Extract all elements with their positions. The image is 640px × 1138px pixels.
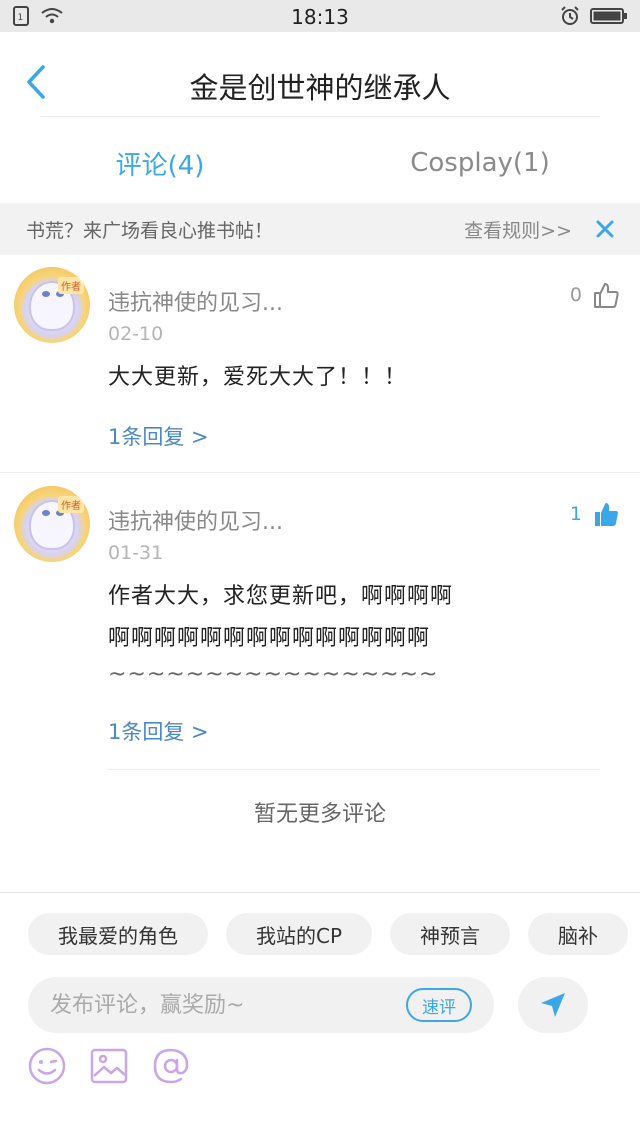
topic-chip[interactable]: 脑补 <box>528 913 629 955</box>
avatar-eye <box>42 510 50 516</box>
topic-chip[interactable]: 神预言 <box>390 913 511 955</box>
topic-chip[interactable]: 我最爱的角色 <box>28 913 208 955</box>
send-button[interactable] <box>518 977 588 1033</box>
status-bar: 1 18:13 <box>0 0 640 32</box>
avatar-eye <box>42 291 50 297</box>
comment-text-line: ~~~~~~~~~~~~~~~~~ <box>108 662 439 687</box>
avatar[interactable]: 作者 <box>14 267 90 343</box>
tab-cosplay[interactable]: Cosplay(1) <box>320 132 640 194</box>
reply-count-link[interactable]: 1条回复 > <box>108 421 209 451</box>
composer-tools <box>26 1045 192 1087</box>
comment-username[interactable]: 违抗神使的见习... <box>108 285 283 317</box>
author-badge: 作者 <box>58 277 84 294</box>
emoji-button[interactable] <box>26 1045 68 1087</box>
send-icon <box>541 993 565 1017</box>
comment-text: 大大更新，爱死大大了！！！ <box>108 365 408 390</box>
image-icon <box>90 1048 128 1084</box>
status-time: 18:13 <box>291 5 349 29</box>
comment-text-line: 作者大大，求您更新吧，啊啊啊啊 <box>108 584 454 609</box>
avatar[interactable]: 作者 <box>14 486 90 562</box>
quick-comment-button[interactable]: 速评 <box>406 988 472 1022</box>
tab-comments[interactable]: 评论(4) <box>0 132 320 194</box>
topic-chips: 我最爱的角色 我站的CP 神预言 脑补 <box>28 913 629 955</box>
image-button[interactable] <box>88 1045 130 1087</box>
notice-bar: 书荒？来广场看良心推书帖！ 查看规则>> <box>0 203 640 255</box>
no-more-comments: 暂无更多评论 <box>253 802 386 827</box>
comment-item: 作者 违抗神使的见习... 01-31 作者大大，求您更新吧，啊啊啊啊 啊啊啊啊… <box>0 474 640 770</box>
thumbs-up-outline-icon <box>594 283 619 308</box>
reply-count-link[interactable]: 1条回复 > <box>108 716 209 746</box>
tab-bar: 评论(4) Cosplay(1) <box>0 132 640 194</box>
comment-username[interactable]: 违抗神使的见习... <box>108 504 283 536</box>
notice-close-button[interactable] <box>596 220 614 238</box>
view-rules-link[interactable]: 查看规则>> <box>464 216 572 243</box>
comment-date: 02-10 <box>108 323 164 345</box>
comment-item: 作者 违抗神使的见习... 02-10 大大更新，爱死大大了！！！ 1条回复 >… <box>0 255 640 473</box>
comment-divider <box>0 472 640 473</box>
thumbs-up-filled-icon <box>595 503 618 526</box>
comment-date: 01-31 <box>108 542 164 564</box>
like-count: 1 <box>569 503 582 525</box>
notice-text: 书荒？来广场看良心推书帖！ <box>26 219 274 242</box>
mention-button[interactable] <box>150 1045 192 1087</box>
like-button[interactable]: 0 <box>570 281 620 309</box>
author-badge: 作者 <box>58 496 84 513</box>
page-title: 金是创世神的继承人 <box>189 71 451 105</box>
comment-composer: 我最爱的角色 我站的CP 神预言 脑补 速评 <box>0 892 640 1138</box>
comment-divider <box>108 769 600 770</box>
close-icon <box>596 220 614 238</box>
emoji-icon <box>28 1047 66 1085</box>
comment-input-wrap: 速评 <box>28 977 494 1033</box>
header: 金是创世神的继承人 <box>0 32 640 132</box>
like-count: 0 <box>569 284 582 306</box>
topic-chip[interactable]: 我站的CP <box>226 913 373 955</box>
header-divider <box>40 116 600 117</box>
like-button[interactable]: 1 <box>570 500 620 528</box>
comment-input[interactable] <box>50 992 406 1018</box>
at-icon <box>153 1048 189 1084</box>
